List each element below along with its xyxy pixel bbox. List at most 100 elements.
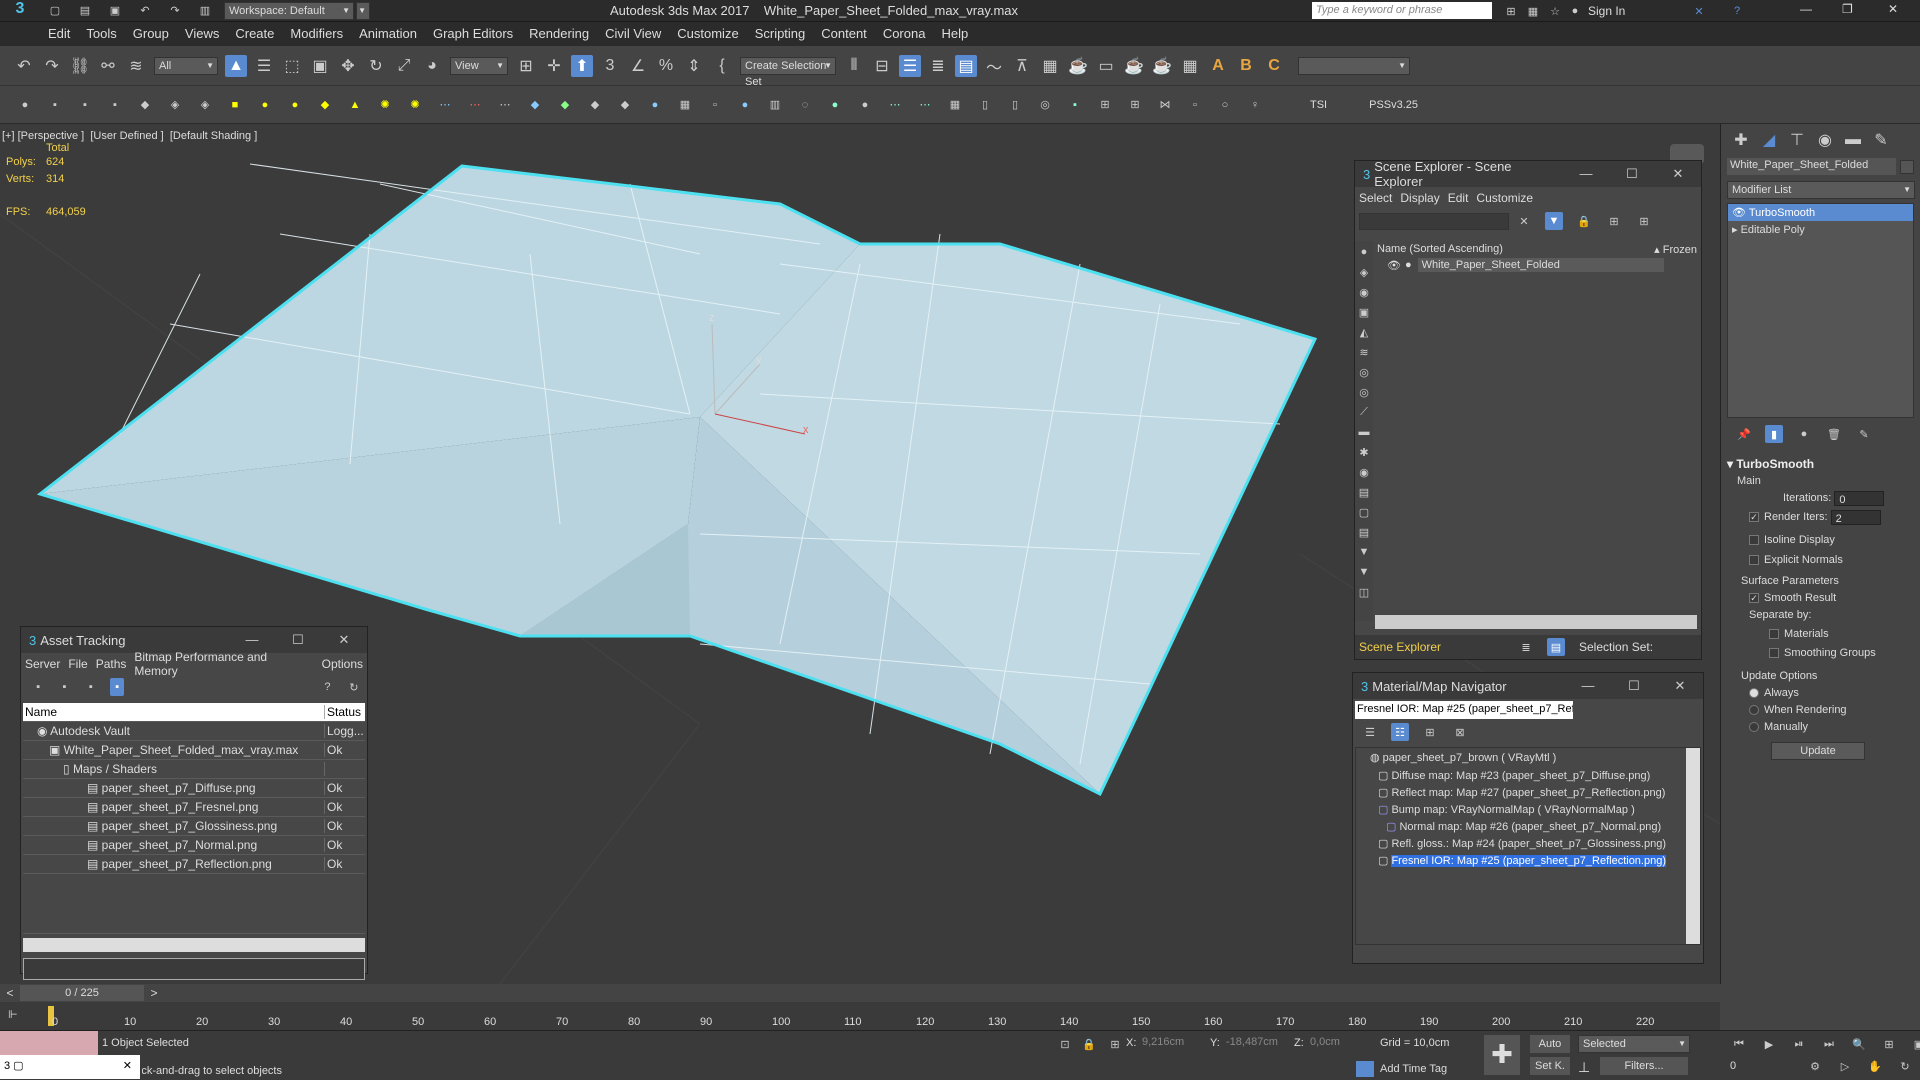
redo-icon[interactable]: ↷ bbox=[41, 55, 63, 77]
when-render-radio[interactable] bbox=[1749, 705, 1759, 716]
percent-snap-icon[interactable]: % bbox=[655, 55, 677, 77]
tool-icon[interactable]: ▫ bbox=[1186, 96, 1204, 114]
zoom-icon[interactable]: 🔍 bbox=[1850, 1035, 1868, 1053]
hierarchy-tab-icon[interactable]: ⊤ bbox=[1786, 129, 1808, 151]
show-end-result-icon[interactable]: ▮ bbox=[1765, 425, 1783, 443]
tool-icon[interactable]: ▪ bbox=[1066, 96, 1084, 114]
iterations-spinner[interactable]: 0 bbox=[1834, 490, 1885, 506]
se-footer-label[interactable]: Scene Explorer bbox=[1355, 640, 1505, 654]
maxscript-input[interactable]: 3 ▢ ✕ bbox=[0, 1055, 140, 1079]
add-time-tag[interactable]: Add Time Tag bbox=[1380, 1063, 1447, 1075]
time-slider[interactable]: < 0 / 225 > bbox=[0, 984, 1720, 1002]
menu-graph-editors[interactable]: Graph Editors bbox=[425, 22, 521, 46]
maximize-button[interactable]: ❐ bbox=[1842, 2, 1862, 16]
large-icons-view-icon[interactable]: ⊠ bbox=[1451, 723, 1469, 741]
tool-icon[interactable]: ▫ bbox=[706, 96, 724, 114]
tool-icon[interactable]: ⊞ bbox=[1096, 96, 1114, 114]
modify-tab-icon[interactable]: ◢ bbox=[1758, 129, 1780, 151]
viewport-label[interactable]: [+] [Perspective ] [User Defined ] [Defa… bbox=[2, 130, 257, 142]
explicit-checkbox[interactable] bbox=[1749, 555, 1759, 566]
object-color-swatch[interactable] bbox=[1900, 159, 1914, 174]
table-row[interactable]: ▣ White_Paper_Sheet_Folded_max_vray.max O… bbox=[23, 741, 365, 760]
materials-row[interactable]: Materials bbox=[1727, 626, 1914, 643]
tool-icon[interactable]: ✺ bbox=[376, 96, 394, 114]
frame-spinner[interactable]: 0 bbox=[1726, 1059, 1790, 1075]
material-navigator-titlebar[interactable]: 3 Material/Map Navigator — ☐ ✕ bbox=[1353, 673, 1703, 699]
move-icon[interactable]: ✥ bbox=[337, 55, 359, 77]
help-icon[interactable]: ? bbox=[320, 678, 334, 696]
tool-icon[interactable]: ○ bbox=[1216, 96, 1234, 114]
key-filter-dropdown[interactable]: Selected bbox=[1578, 1035, 1690, 1053]
se-menu-display[interactable]: Display bbox=[1396, 191, 1443, 205]
filter-groups-icon[interactable]: ◎ bbox=[1355, 363, 1373, 381]
tool-icon[interactable]: ⋯ bbox=[916, 96, 934, 114]
workspace-dropdown[interactable]: Workspace: Default bbox=[224, 1, 354, 20]
filter-cameras-icon[interactable]: ▣ bbox=[1355, 303, 1373, 321]
remove-modifier-icon[interactable]: 🗑 bbox=[1825, 425, 1843, 443]
filter-lights-icon[interactable]: ◉ bbox=[1355, 283, 1373, 301]
table-row[interactable]: ◉ Autodesk Vault Logg... bbox=[23, 722, 365, 741]
bind-spacewarp-icon[interactable]: ≋ bbox=[125, 55, 147, 77]
placement-icon[interactable]: ◕ bbox=[421, 55, 443, 77]
scene-explorer-icon[interactable]: ☰ bbox=[899, 54, 921, 77]
se-hscrollbar[interactable] bbox=[1375, 615, 1697, 629]
tree-item[interactable]: ▢ Normal map: Map #26 (paper_sheet_p7_No… bbox=[1356, 818, 1700, 835]
minimize-button[interactable]: — bbox=[1563, 166, 1609, 182]
tool-icon[interactable]: ⋯ bbox=[466, 96, 484, 114]
smoothing-row[interactable]: Smoothing Groups bbox=[1727, 645, 1914, 662]
menu-content[interactable]: Content bbox=[813, 22, 875, 46]
at-tool-icon[interactable]: ▪ bbox=[109, 678, 125, 696]
configure-sets-icon[interactable]: ✎ bbox=[1855, 425, 1873, 443]
tool-icon[interactable]: ⋯ bbox=[496, 96, 514, 114]
at-col-name[interactable]: Name bbox=[23, 705, 325, 719]
at-tool-icon[interactable]: ▪ bbox=[31, 678, 45, 696]
tool-icon[interactable]: ● bbox=[286, 96, 304, 114]
filter-hidden-icon[interactable]: ◉ bbox=[1355, 463, 1373, 481]
close-button[interactable]: ✕ bbox=[1655, 166, 1701, 182]
motion-tab-icon[interactable]: ◉ bbox=[1814, 129, 1836, 151]
tool-icon[interactable]: ▦ bbox=[676, 96, 694, 114]
filter-spacewarps-icon[interactable]: ≋ bbox=[1355, 343, 1373, 361]
table-row[interactable]: ▤ paper_sheet_p7_Normal.png Ok bbox=[23, 836, 365, 855]
menu-modifiers[interactable]: Modifiers bbox=[282, 22, 351, 46]
tool-icon[interactable]: ◆ bbox=[556, 96, 574, 114]
tool-icon[interactable]: ▦ bbox=[946, 96, 964, 114]
new-file-icon[interactable]: ▢ bbox=[46, 2, 64, 20]
tool-icon[interactable]: ▪ bbox=[46, 96, 64, 114]
absolute-mode-icon[interactable]: ⊞ bbox=[1106, 1035, 1124, 1053]
se-item-name[interactable]: White_Paper_Sheet_Folded bbox=[1417, 258, 1664, 272]
menu-customize[interactable]: Customize bbox=[669, 22, 746, 46]
tool-icon[interactable]: ▥ bbox=[766, 96, 784, 114]
update-button[interactable]: Update bbox=[1771, 742, 1865, 760]
keyboard-shortcut-icon[interactable]: ⬆ bbox=[571, 54, 593, 77]
scene-explorer-titlebar[interactable]: 3 Scene Explorer - Scene Explorer — ☐ ✕ bbox=[1355, 159, 1701, 189]
go-to-end-icon[interactable]: ⏭ bbox=[1820, 1035, 1838, 1053]
filters-button[interactable]: Filters... bbox=[1600, 1057, 1688, 1075]
window-crossing-icon[interactable]: ▣ bbox=[309, 55, 331, 77]
tool-icon[interactable]: ⊞ bbox=[1126, 96, 1144, 114]
x-coord-field[interactable]: 9,216cm bbox=[1140, 1035, 1206, 1051]
track-bar[interactable]: ⊩ 0 10 20 30 40 50 60 70 80 90 100 110 1… bbox=[0, 1002, 1720, 1030]
filter-frozen-icon[interactable]: ✱ bbox=[1355, 443, 1373, 461]
manually-row[interactable]: Manually bbox=[1727, 719, 1914, 736]
at-col-status[interactable]: Status bbox=[325, 705, 361, 719]
menu-group[interactable]: Group bbox=[125, 22, 177, 46]
modifier-list-dropdown[interactable]: Modifier List bbox=[1727, 181, 1915, 199]
minimize-button[interactable]: — bbox=[229, 632, 275, 648]
tool-icon[interactable]: ◆ bbox=[526, 96, 544, 114]
tool-icon[interactable]: ● bbox=[856, 96, 874, 114]
go-to-start-icon[interactable]: ⏮ bbox=[1730, 1035, 1748, 1053]
expand-icon[interactable]: ▸ bbox=[1732, 224, 1741, 236]
menu-tools[interactable]: Tools bbox=[78, 22, 124, 46]
tool-icon[interactable]: ▯ bbox=[1006, 96, 1024, 114]
select-manipulate-icon[interactable]: ✛ bbox=[543, 55, 565, 77]
app-logo[interactable]: 3 bbox=[0, 0, 40, 22]
auto-key-button[interactable]: Auto bbox=[1530, 1035, 1570, 1053]
smooth-row[interactable]: ✓ Smooth Result bbox=[1727, 590, 1914, 607]
mirror-icon[interactable]: ⫴ bbox=[843, 55, 865, 77]
eye-icon[interactable]: 👁 bbox=[1732, 207, 1749, 219]
filter-helpers-icon[interactable]: ◭ bbox=[1355, 323, 1373, 341]
isolate-icon[interactable]: ⊡ bbox=[1056, 1035, 1074, 1053]
tool-icon[interactable]: ◎ bbox=[1036, 96, 1054, 114]
spinner-snap-icon[interactable]: ⇕ bbox=[683, 55, 705, 77]
